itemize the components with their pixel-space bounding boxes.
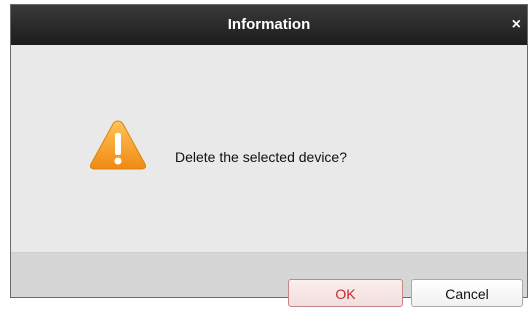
cancel-button[interactable]: Cancel: [411, 279, 523, 307]
ok-button[interactable]: OK: [288, 279, 403, 307]
warning-icon: [90, 120, 146, 170]
close-icon[interactable]: ×: [512, 5, 521, 45]
confirm-message: Delete the selected device?: [175, 149, 347, 165]
information-dialog: Information × Delete the selected device…: [10, 4, 528, 307]
dialog-footer: OK Cancel: [11, 252, 527, 307]
dialog-titlebar[interactable]: Information ×: [11, 5, 527, 45]
dialog-title: Information: [227, 16, 311, 33]
dialog-body: Delete the selected device?: [11, 45, 527, 252]
